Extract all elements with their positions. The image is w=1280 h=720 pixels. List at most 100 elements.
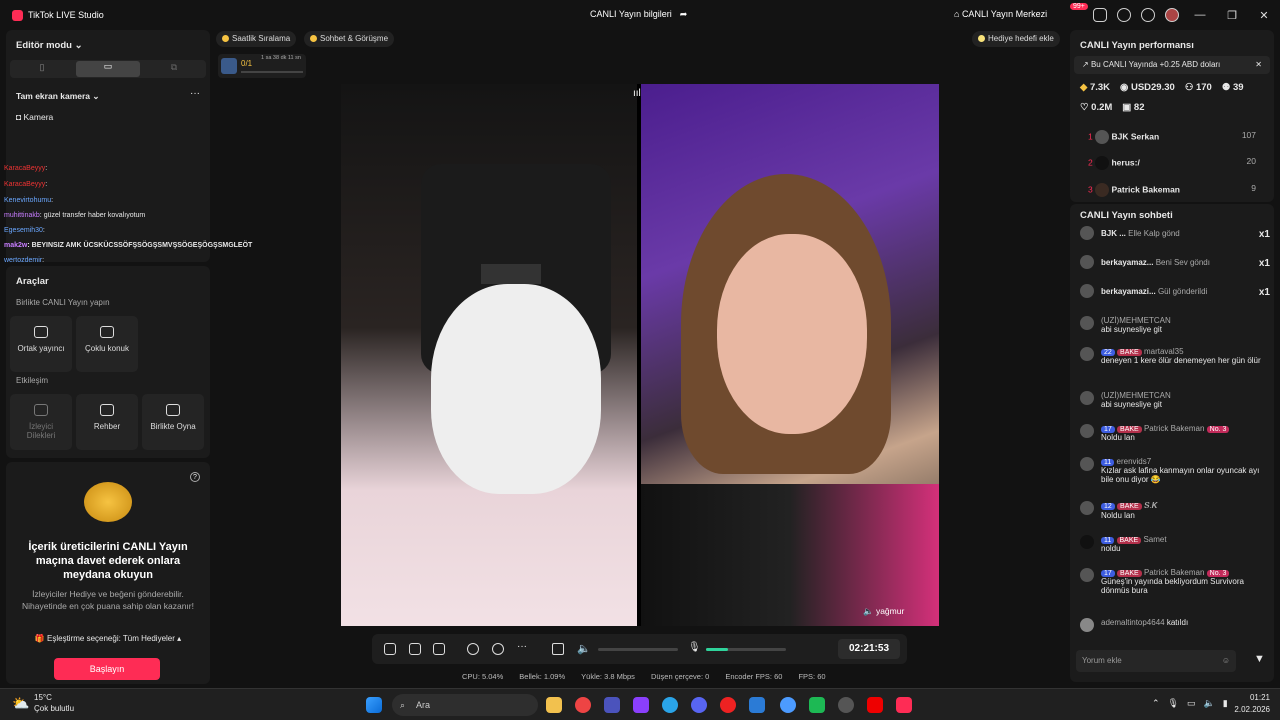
- mic-icon[interactable]: 🎙: [1168, 698, 1179, 709]
- live-hub-link[interactable]: ⌂ CANLI Yayın Merkezi: [954, 9, 1047, 19]
- edge-icon[interactable]: [662, 697, 678, 713]
- teams-icon[interactable]: [604, 697, 620, 713]
- chrome-icon[interactable]: [575, 697, 591, 713]
- chevron-up-icon[interactable]: ⌃: [1152, 698, 1160, 709]
- youtube-icon[interactable]: [867, 697, 883, 713]
- ranking-row[interactable]: 1 BJK Serkan 107: [1088, 130, 1268, 144]
- network-icon[interactable]: ▭: [1187, 698, 1196, 709]
- more-options-icon[interactable]: ···: [190, 88, 200, 99]
- windows-taskbar: ⛅ 15°C Çok bulutlu ⌕ Ara ⌃ 🎙 ▭ 🔈 ▮ 01:21 2.02…: [0, 688, 1280, 720]
- live-chat-panel: CANLI Yayın sohbeti BJK ... Elle Kalp gö…: [1070, 204, 1274, 682]
- chrome-profile-icon[interactable]: [780, 697, 796, 713]
- opera-icon[interactable]: [720, 697, 736, 713]
- heart-icon: ♡: [1080, 102, 1089, 113]
- chat-message[interactable]: 11 erenvids7 Kızlar ask lafina kanmayın o…: [1080, 457, 1270, 484]
- chat-message[interactable]: 22 BAKE martaval35 deneyen 1 kere ölür de…: [1080, 347, 1270, 365]
- camera-section[interactable]: Tam ekran kamera ⌄: [16, 91, 100, 102]
- play-together-label: Birlikte Oyna: [150, 422, 196, 431]
- chat-overlay-line: KaracaBeyyy:: [4, 165, 47, 172]
- mail-icon[interactable]: [749, 697, 765, 713]
- rank-badge: No. 3: [1206, 426, 1230, 433]
- minimize-button[interactable]: —: [1184, 9, 1216, 21]
- taskbar-search[interactable]: ⌕ Ara: [392, 694, 538, 716]
- live-preview[interactable]: ıılı 🔈 yağmur: [341, 84, 939, 626]
- chat-user: mak2w: [4, 242, 28, 249]
- gift-icon: ▣: [1122, 102, 1132, 113]
- avatar: [1095, 156, 1110, 170]
- ranking-row[interactable]: 3 Patrick Bakeman 9: [1088, 183, 1268, 197]
- tiktok-icon[interactable]: [896, 697, 912, 713]
- message-text: abi suynesliye git: [1101, 400, 1162, 409]
- chat-message[interactable]: (UZİ)MEHMETCAN abi suynesliye git: [1080, 316, 1270, 334]
- record-icon[interactable]: [467, 643, 479, 655]
- match-score-widget[interactable]: 0/1 1 sa 38 dk 11 sn: [218, 54, 306, 78]
- live-info-title[interactable]: CANLI Yayın bilgileri ➦: [590, 9, 687, 20]
- chat-message[interactable]: 12 BAKE 𝑺.𝑲 Noldu lan: [1080, 501, 1270, 520]
- store-icon[interactable]: [633, 697, 649, 713]
- add-source-icon[interactable]: [409, 643, 421, 655]
- split-layout-button[interactable]: ⧉: [144, 62, 204, 76]
- chair-logo: [481, 264, 541, 284]
- earnings-banner[interactable]: ↗ Bu CANLI Yayında +0.25 ABD doları ✕: [1074, 56, 1270, 74]
- avatar: [1080, 284, 1094, 298]
- comment-input[interactable]: Yorum ekle ☺: [1076, 650, 1236, 672]
- ranking-row[interactable]: 2 herus:/ 20: [1088, 156, 1268, 170]
- obs-icon[interactable]: [838, 697, 854, 713]
- speaker-volume-slider[interactable]: [598, 648, 678, 651]
- app-icon[interactable]: [809, 697, 825, 713]
- speaker-icon[interactable]: 🔈: [577, 642, 591, 655]
- screen-add-icon[interactable]: [433, 643, 445, 655]
- settings-sliders-icon[interactable]: [552, 643, 564, 655]
- clock-date[interactable]: 2.02.2026: [1220, 705, 1270, 714]
- diamond-metric: ◆ 7.3K: [1080, 82, 1110, 93]
- magic-wand-icon[interactable]: [384, 643, 396, 655]
- more-icon[interactable]: ···: [517, 641, 527, 652]
- maximize-button[interactable]: ❐: [1216, 9, 1248, 22]
- play-together-button[interactable]: Birlikte Oyna: [142, 394, 204, 450]
- guide-button[interactable]: Rehber: [76, 394, 138, 450]
- bell-icon[interactable]: [1093, 8, 1107, 22]
- fan-badge: BAKE: [1117, 570, 1142, 577]
- gift-goal-pill[interactable]: Hediye hedefi ekle: [972, 31, 1060, 47]
- avatar: [1080, 618, 1094, 632]
- chat-message[interactable]: 17 BAKE Patrick Bakeman No. 3 Güneş'in ya…: [1080, 568, 1270, 595]
- emoji-icon[interactable]: ☺: [1222, 650, 1230, 672]
- filter-icon[interactable]: ▼: [1254, 653, 1265, 665]
- portrait-layout-button[interactable]: ▯: [12, 62, 72, 76]
- gear-icon[interactable]: [1141, 8, 1155, 22]
- chat-overlay-line: KaracaBeyyy:: [4, 181, 47, 188]
- chat-call-pill[interactable]: Sohbet & Görüşme: [304, 31, 395, 47]
- co-host-button[interactable]: Ortak yayıncı: [10, 316, 72, 372]
- avatar[interactable]: [1165, 8, 1179, 22]
- mic-volume-slider[interactable]: [706, 648, 786, 651]
- microphone-icon[interactable]: 🎙: [688, 642, 701, 653]
- volume-icon[interactable]: 🔈: [1204, 698, 1215, 709]
- multi-guest-button[interactable]: Çoklu konuk: [76, 316, 138, 372]
- viewer-wishes-button[interactable]: İzleyici Dilekleri: [10, 394, 72, 450]
- share-icon[interactable]: ➦: [680, 9, 688, 20]
- help-icon[interactable]: ?: [190, 472, 200, 482]
- start-icon[interactable]: [366, 697, 382, 713]
- chat-sep: :: [39, 212, 42, 219]
- chat-message[interactable]: (UZİ)MEHMETCAN abi suynesliye git: [1080, 391, 1270, 409]
- pause-icon[interactable]: [492, 643, 504, 655]
- title-bar-actions: — ❐ ✕: [1088, 0, 1280, 30]
- start-match-button[interactable]: Başlayın: [54, 658, 160, 680]
- landscape-layout-button[interactable]: ▭: [76, 61, 140, 77]
- system-tray[interactable]: ⌃ 🎙 ▭ 🔈 ▮: [1152, 698, 1228, 709]
- close-icon[interactable]: ✕: [1255, 56, 1262, 74]
- avatar: [1080, 568, 1094, 582]
- help-icon[interactable]: [1117, 8, 1131, 22]
- hourly-ranking-pill[interactable]: Saatlik Sıralama: [216, 31, 297, 47]
- chat-message[interactable]: 11 BAKE Samet noldu: [1080, 535, 1270, 553]
- close-button[interactable]: ✕: [1248, 9, 1280, 22]
- camera-source[interactable]: ◘ Kamera: [16, 112, 53, 122]
- editor-mode-dropdown[interactable]: Editör modu ⌄: [16, 40, 83, 51]
- clock-time[interactable]: 01:21: [1240, 693, 1270, 702]
- match-option-dropdown[interactable]: 🎁 Eşleştirme seçeneği: Tüm Hediyeler ▴: [28, 634, 188, 643]
- interaction-subtitle: Etkileşim: [16, 376, 49, 385]
- file-explorer-icon[interactable]: [546, 697, 562, 713]
- discord-icon[interactable]: [691, 697, 707, 713]
- chat-overlay-line: muhittinakb: güzel transfer haber kovalı…: [4, 212, 145, 219]
- chat-message[interactable]: 17 BAKE Patrick Bakeman No. 3 Noldu lan: [1080, 424, 1270, 442]
